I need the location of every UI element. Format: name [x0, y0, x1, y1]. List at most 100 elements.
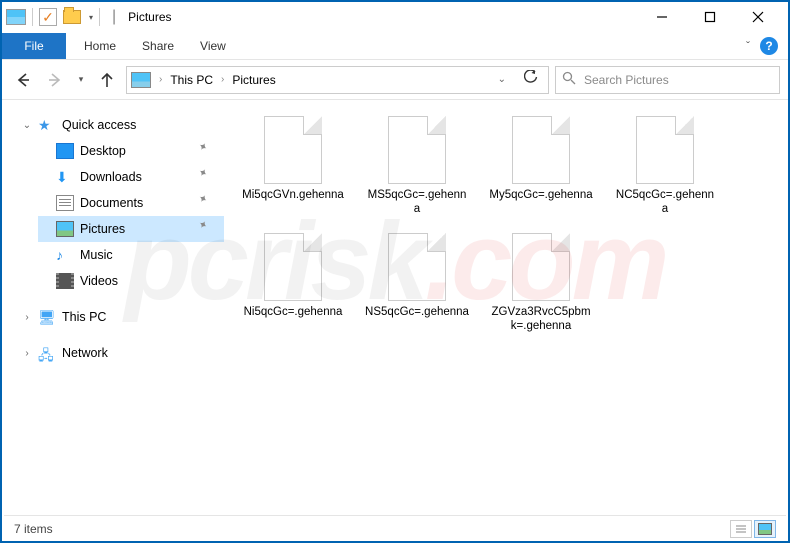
sidebar-item-label: Music [80, 248, 113, 262]
item-count: 7 items [14, 522, 53, 536]
file-list[interactable]: Mi5qcGVn.gehenna MS5qcGc=.gehenna My5qcG… [230, 100, 788, 515]
sidebar-item-videos[interactable]: Videos [38, 268, 224, 294]
sidebar-item-label: Videos [80, 274, 118, 288]
file-item[interactable]: NS5qcGc=.gehenna [364, 233, 470, 334]
sidebar-item-label: Downloads [80, 170, 142, 184]
up-button[interactable] [94, 67, 120, 93]
share-tab[interactable]: Share [142, 39, 174, 53]
file-item[interactable]: ZGVza3RvcC5pbmk=.gehenna [488, 233, 594, 334]
refresh-button[interactable] [518, 70, 544, 89]
view-mode-buttons [730, 520, 776, 538]
sidebar-item-label: Network [62, 346, 108, 360]
ribbon-expand-icon[interactable]: ˇ [746, 39, 750, 53]
qat-dropdown-icon[interactable]: ▾ [89, 13, 93, 22]
details-view-button[interactable] [730, 520, 752, 538]
file-icon [388, 233, 446, 301]
chevron-right-icon[interactable]: › [159, 74, 162, 85]
close-icon [752, 11, 764, 23]
title-separator: | [112, 8, 116, 26]
file-item[interactable]: My5qcGc=.gehenna [488, 116, 594, 217]
refresh-icon [524, 70, 538, 84]
file-name: My5qcGc=.gehenna [489, 188, 592, 202]
pin-icon: ✦ [195, 217, 225, 242]
file-name: NC5qcGc=.gehenna [613, 188, 717, 217]
view-tab[interactable]: View [200, 39, 226, 53]
navigation-pane: ⌄ ★ Quick access Desktop ✦ ⬇ Downloads ✦… [2, 100, 230, 515]
sidebar-item-downloads[interactable]: ⬇ Downloads ✦ [38, 164, 224, 190]
network-icon: 🖧 [38, 345, 56, 361]
sidebar-item-label: Pictures [80, 222, 125, 236]
chevron-right-icon[interactable]: › [20, 348, 34, 359]
sidebar-item-label: This PC [62, 310, 106, 324]
details-view-icon [735, 524, 747, 534]
location-icon [131, 72, 151, 88]
up-arrow-icon [98, 71, 116, 89]
home-tab[interactable]: Home [84, 39, 116, 53]
separator [32, 8, 33, 26]
maximize-button[interactable] [690, 6, 730, 28]
help-button[interactable]: ? [760, 37, 778, 55]
search-placeholder: Search Pictures [584, 73, 669, 87]
file-name: ZGVza3RvcC5pbmk=.gehenna [489, 305, 593, 334]
file-item[interactable]: MS5qcGc=.gehenna [364, 116, 470, 217]
navigation-bar: ▾ › This PC › Pictures ⌄ Search Pictures [2, 60, 788, 100]
breadcrumb-segment[interactable]: This PC [170, 73, 213, 87]
qat-newfolder-icon[interactable] [63, 10, 81, 24]
sidebar-item-label: Quick access [62, 118, 136, 132]
file-icon [512, 116, 570, 184]
chevron-right-icon[interactable]: › [221, 74, 224, 85]
file-icon [512, 233, 570, 301]
file-item[interactable]: NC5qcGc=.gehenna [612, 116, 718, 217]
file-icon [388, 116, 446, 184]
file-icon [264, 116, 322, 184]
document-icon [56, 195, 74, 211]
separator [99, 8, 100, 26]
search-input[interactable]: Search Pictures [555, 66, 780, 94]
chevron-right-icon[interactable]: › [20, 312, 34, 323]
file-name: Ni5qcGc=.gehenna [244, 305, 343, 319]
file-name: MS5qcGc=.gehenna [365, 188, 469, 217]
ribbon-right: ˇ ? [746, 37, 788, 55]
sidebar-item-network[interactable]: › 🖧 Network [20, 340, 224, 366]
star-icon: ★ [38, 117, 56, 133]
sidebar-item-quick-access[interactable]: ⌄ ★ Quick access [20, 112, 224, 138]
file-name: NS5qcGc=.gehenna [365, 305, 469, 319]
content-area: ⌄ ★ Quick access Desktop ✦ ⬇ Downloads ✦… [2, 100, 788, 515]
search-icon [562, 71, 576, 88]
pin-icon: ✦ [195, 191, 225, 216]
sidebar-item-pictures[interactable]: Pictures ✦ [38, 216, 224, 242]
forward-arrow-icon [46, 71, 64, 89]
qat-properties-icon[interactable]: ✓ [39, 8, 57, 26]
sidebar-item-label: Documents [80, 196, 143, 210]
titlebar: ✓ ▾ | Pictures [2, 2, 788, 32]
titlebar-left: ✓ ▾ | Pictures [6, 8, 172, 26]
window-controls [642, 6, 784, 28]
back-button[interactable] [10, 67, 36, 93]
video-icon [56, 273, 74, 289]
sidebar-item-this-pc[interactable]: › 🖥 This PC [20, 304, 224, 330]
address-bar[interactable]: › This PC › Pictures ⌄ [126, 66, 549, 94]
file-icon [264, 233, 322, 301]
breadcrumb-segment[interactable]: Pictures [232, 73, 275, 87]
window-title: Pictures [128, 10, 171, 24]
ribbon-tabs: File Home Share View ˇ ? [2, 32, 788, 60]
close-button[interactable] [738, 6, 778, 28]
quick-access-toolbar: ✓ ▾ [32, 8, 100, 26]
address-dropdown-icon[interactable]: ⌄ [492, 74, 512, 85]
file-item[interactable]: Mi5qcGVn.gehenna [240, 116, 346, 217]
sidebar-item-desktop[interactable]: Desktop ✦ [38, 138, 224, 164]
pin-icon: ✦ [195, 139, 225, 164]
file-icon [636, 116, 694, 184]
chevron-down-icon[interactable]: ⌄ [20, 120, 34, 131]
pin-icon: ✦ [195, 165, 225, 190]
recent-locations-button[interactable]: ▾ [74, 67, 88, 93]
file-tab[interactable]: File [2, 33, 66, 59]
sidebar-item-documents[interactable]: Documents ✦ [38, 190, 224, 216]
forward-button[interactable] [42, 67, 68, 93]
minimize-icon [656, 11, 668, 23]
file-name: Mi5qcGVn.gehenna [242, 188, 344, 202]
minimize-button[interactable] [642, 6, 682, 28]
sidebar-item-music[interactable]: ♪ Music [38, 242, 224, 268]
thumbnails-view-button[interactable] [754, 520, 776, 538]
file-item[interactable]: Ni5qcGc=.gehenna [240, 233, 346, 334]
